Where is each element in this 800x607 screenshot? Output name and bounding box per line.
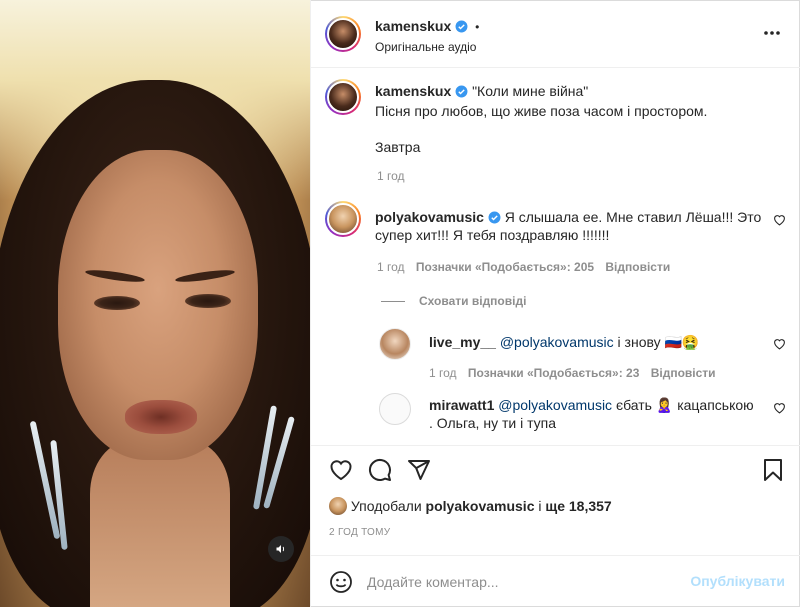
dot-separator: • xyxy=(475,20,480,34)
comment-text: polyakovamusic Я слышала ее. Мне ставил … xyxy=(375,208,763,244)
likes-prefix: Уподобали xyxy=(350,498,422,514)
reply-body: і знову 🇷🇺🤮 xyxy=(617,334,700,350)
reply-username[interactable]: mirawatt1 xyxy=(429,397,494,413)
share-icon[interactable] xyxy=(407,458,431,482)
caption-block: kamenskux "Коли мине війна" Пісня про лю… xyxy=(375,82,775,156)
heart-icon[interactable] xyxy=(773,402,786,414)
reply-body: єбать 🙎‍♀️ кацапською xyxy=(615,397,754,413)
verified-badge-icon xyxy=(455,20,468,33)
heart-icon[interactable] xyxy=(329,459,353,481)
original-audio-link[interactable]: Оригінальне аудіо xyxy=(375,40,476,54)
comment-username[interactable]: polyakovamusic xyxy=(375,209,484,225)
video-eye-right xyxy=(185,294,231,308)
post-time-ago: 2 ГОД ТОМУ xyxy=(329,527,391,538)
bookmark-icon[interactable] xyxy=(763,458,783,482)
hide-replies-button[interactable]: Сховати відповіді xyxy=(381,294,526,308)
caption-author-username[interactable]: kamenskux xyxy=(375,83,451,99)
author-username[interactable]: kamenskux xyxy=(375,18,451,34)
caption-title: "Коли мине війна" xyxy=(472,83,589,99)
reply-body: . Ольга, ну ти і тупа xyxy=(429,415,557,431)
reply-likes-count[interactable]: Позначки «Подобається»: 23 xyxy=(468,366,639,380)
reply-mention[interactable]: @polyakovamusic xyxy=(498,397,612,413)
speaker-icon xyxy=(276,545,285,553)
author-avatar[interactable] xyxy=(325,16,361,52)
caption-line: Пісня про любов, що живе поза часом і пр… xyxy=(375,103,708,119)
replies-divider xyxy=(381,301,405,303)
post-video[interactable] xyxy=(0,0,310,607)
caption-line: Завтра xyxy=(375,139,421,155)
reply-time: 1 год xyxy=(429,366,457,380)
hide-replies-label: Сховати відповіді xyxy=(419,294,527,308)
heart-icon[interactable] xyxy=(773,214,786,226)
comment-input[interactable] xyxy=(367,571,667,593)
comment-likes-count[interactable]: Позначки «Подобається»: 205 xyxy=(416,260,594,274)
post-actions-bar xyxy=(311,445,800,495)
add-comment-box: Опублікувати xyxy=(311,555,800,607)
reply-text: live_my__ @polyakovamusic і знову 🇷🇺🤮 xyxy=(429,333,769,351)
author-row: kamenskux • xyxy=(375,18,479,34)
video-neck-shape xyxy=(90,440,230,607)
reply-meta: 1 год Позначки «Подобається»: 23 Відпові… xyxy=(429,366,716,380)
comment-body: Я слышала ее. Мне ставил Лёша!!! Это xyxy=(504,209,762,225)
comment-icon[interactable] xyxy=(368,458,392,482)
comment-meta: 1 год Позначки «Подобається»: 205 Відпов… xyxy=(377,260,670,274)
comment-body: супер хит!!! Я тебя поздравляю !!!!!!! xyxy=(375,227,610,243)
caption-time: 1 год xyxy=(377,169,405,183)
reply-username[interactable]: live_my__ xyxy=(429,334,496,350)
more-options-icon[interactable] xyxy=(763,30,781,36)
likes-count-link[interactable]: ще 18,357 xyxy=(545,498,611,514)
video-lips-shape xyxy=(125,400,197,434)
video-eye-left xyxy=(94,296,140,310)
audio-toggle-button[interactable] xyxy=(268,536,294,562)
reply-avatar[interactable] xyxy=(379,393,411,425)
caption-author-avatar[interactable] xyxy=(325,79,361,115)
reply-mention[interactable]: @polyakovamusic xyxy=(500,334,614,350)
liker-avatar[interactable] xyxy=(329,497,347,515)
reply-button[interactable]: Відповісти xyxy=(605,260,670,274)
publish-button[interactable]: Опублікувати xyxy=(690,573,785,589)
reply-text: mirawatt1 @polyakovamusic єбать 🙎‍♀️ кац… xyxy=(429,396,769,432)
post-header: kamenskux • Оригінальне аудіо xyxy=(311,0,800,68)
comment-avatar[interactable] xyxy=(325,201,361,237)
likes-summary: Уподобали polyakovamusic і ще 18,357 xyxy=(329,497,612,515)
emoji-icon[interactable] xyxy=(329,570,353,594)
likes-mid: і xyxy=(538,498,542,514)
comment-time: 1 год xyxy=(377,260,405,274)
reply-avatar[interactable] xyxy=(379,328,411,360)
verified-badge-icon xyxy=(488,211,501,224)
liker-username[interactable]: polyakovamusic xyxy=(426,498,535,514)
heart-icon[interactable] xyxy=(773,338,786,350)
post-side-panel: kamenskux • Оригінальне аудіо kamenskux … xyxy=(310,0,800,607)
verified-badge-icon xyxy=(455,85,468,98)
reply-button[interactable]: Відповісти xyxy=(651,366,716,380)
